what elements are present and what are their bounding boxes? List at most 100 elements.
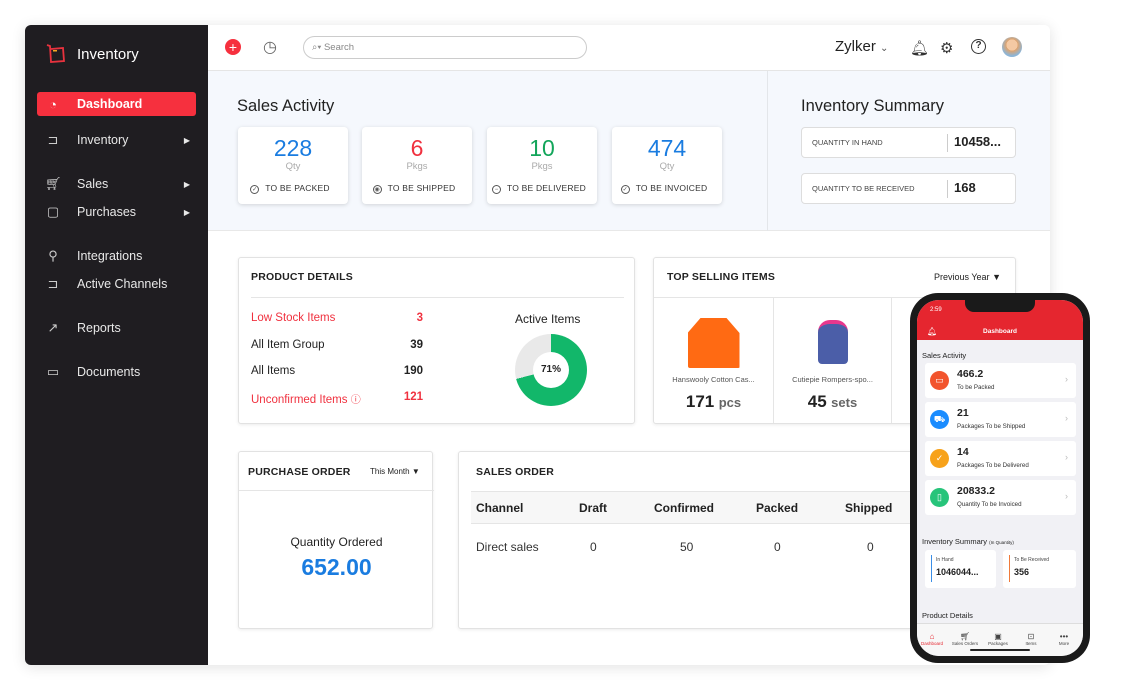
caret-down-icon: ▼ (992, 272, 1001, 282)
tab-icon: ▣ (994, 632, 1002, 641)
label: All Items (251, 365, 296, 377)
sidebar-item-dashboard[interactable]: ◔ Dashboard (37, 92, 196, 116)
mobile-tab-packages[interactable]: ▣ Packages (983, 632, 1013, 646)
mobile-activity-card[interactable]: ✓ 14 Packages To be Delivered › (925, 441, 1076, 476)
sales-activity-card[interactable]: 474 Qty ✓ TO BE INVOICED (612, 127, 722, 204)
panel-title: TOP SELLING ITEMS (667, 271, 776, 283)
help-icon[interactable]: ? (971, 39, 986, 54)
table-row[interactable]: Direct sales 0 50 0 0 (459, 540, 929, 560)
nav-label: Integrations (77, 249, 143, 263)
mobile-activity-card[interactable]: ▯ 20833.2 Quantity To be Invoiced › (925, 480, 1076, 515)
divider (767, 71, 768, 231)
tab-icon: ⊡ (1027, 632, 1035, 641)
status-time: 2:59 (930, 307, 942, 313)
notch (965, 300, 1035, 312)
sidebar-item-integrations[interactable]: ⚲ Integrations (37, 244, 196, 268)
app-window: Inventory ◔ Dashboard ⊐ Inventory ▶ 🛒︎ Sales… (25, 25, 1050, 665)
app-logo: Inventory (45, 43, 139, 65)
top-item-card[interactable]: Cutiepie Rompers-spo... 45 sets (774, 298, 892, 423)
sales-activity-card[interactable]: 6 Pkgs ◉ TO BE SHIPPED (362, 127, 472, 204)
product-image (817, 320, 848, 364)
column-header[interactable]: Draft (579, 501, 607, 515)
column-header[interactable]: Confirmed (654, 501, 714, 515)
active-items-label: Active Items (515, 312, 581, 326)
top-item-card[interactable]: Hanswooly Cotton Cas... 171 pcs (654, 298, 774, 423)
avatar[interactable] (1002, 37, 1022, 57)
period-dropdown[interactable]: Previous Year ▼ (934, 272, 1001, 282)
table-cell: 50 (680, 540, 694, 554)
all-items-row[interactable]: All Items 190 (251, 365, 423, 377)
ship-icon: ◉ (372, 185, 382, 194)
mobile-activity-card[interactable]: ▭ 466.2 To be Packed › (925, 363, 1076, 398)
search-input[interactable]: ⌕▾ Search (303, 36, 587, 59)
box-icon: ▭ (930, 371, 949, 390)
label: To Be Received (1014, 557, 1050, 563)
item-qty: 171 (685, 392, 715, 411)
mobile-section-title: Inventory Summary (In Quantity) (922, 537, 1014, 546)
value: 190 (403, 365, 423, 377)
to-receive-card[interactable]: To Be Received 356 (1003, 550, 1076, 588)
shopping-bag-icon: ▢ (46, 204, 60, 219)
sidebar-item-inventory[interactable]: ⊐ Inventory ▶ (37, 128, 196, 152)
mobile-screen: 2:59 🔔︎ Dashboard Sales Activity Invento… (917, 300, 1083, 656)
value: 356 (1014, 567, 1030, 577)
nav-label: Active Channels (77, 277, 168, 291)
inventory-summary-title: Inventory Summary (801, 97, 945, 115)
panel-title: SALES ORDER (476, 466, 555, 478)
top-header: + ◷ ⌕▾ Search Zylker ⌄ 🔔︎ ⚙ ? (208, 25, 1050, 71)
column-header[interactable]: Channel (476, 501, 523, 515)
sidebar-item-documents[interactable]: ▭ Documents (37, 360, 196, 384)
mobile-tab-items[interactable]: ⊡ Items (1016, 632, 1046, 646)
item-name: Hanswooly Cotton Cas... (672, 375, 755, 384)
quantity-to-be-received[interactable]: QUANTITY TO BE RECEIVED 168 (801, 173, 1016, 204)
mobile-tab-dashboard[interactable]: ⌂ Dashboard (917, 632, 947, 646)
org-switcher[interactable]: Zylker ⌄ (835, 38, 888, 55)
home-indicator (970, 649, 1030, 651)
mobile-activity-card[interactable]: ⛟ 21 Packages To be Shipped › (925, 402, 1076, 437)
caret-down-icon: ▼ (411, 467, 420, 476)
tab-label: Packages (988, 641, 1008, 646)
card-label: To be Packed (957, 384, 995, 391)
divider (251, 297, 624, 298)
card-value: 14 (957, 446, 969, 458)
sales-activity-card[interactable]: 228 Qty ✓ TO BE PACKED (238, 127, 348, 204)
value: 121 (403, 391, 423, 403)
nav-label: Purchases (77, 205, 137, 219)
in-hand-card[interactable]: In Hand 1046044... (925, 550, 996, 588)
period-dropdown[interactable]: This Month ▼ (370, 467, 420, 476)
mobile-tab-sales-orders[interactable]: 🛒︎ Sales Orders (950, 632, 980, 646)
accent-bar (931, 555, 932, 582)
sidebar-item-sales[interactable]: 🛒︎ Sales ▶ (37, 172, 196, 196)
sidebar-item-reports[interactable]: ↗ Reports (37, 316, 196, 340)
low-stock-row[interactable]: Low Stock Items 3 (251, 312, 423, 324)
column-header[interactable]: Shipped (845, 501, 892, 515)
history-icon[interactable]: ◷ (263, 37, 277, 57)
mobile-tab-more[interactable]: ••• More (1049, 632, 1079, 646)
bell-icon[interactable]: 🔔︎ (910, 39, 929, 57)
unconfirmed-row[interactable]: Unconfirmed Items ⓘ 121 (251, 391, 423, 406)
gear-icon[interactable]: ⚙ (940, 39, 953, 57)
chart-line-icon: ↗ (47, 320, 59, 335)
mobile-title: Dashboard (983, 328, 1017, 335)
column-header[interactable]: Packed (756, 501, 798, 515)
item-group-row[interactable]: All Item Group 39 (251, 339, 423, 351)
caret-right-icon: ▶ (183, 135, 190, 145)
sidebar-item-active-channels[interactable]: ⊐ Active Channels (37, 272, 196, 296)
truck-icon: ⛟ (930, 410, 949, 429)
quick-create-button[interactable]: + (225, 39, 241, 55)
sales-activity-card[interactable]: 10 Pkgs − TO BE DELIVERED (487, 127, 597, 204)
folder-icon: ▭ (46, 364, 60, 379)
tab-label: More (1058, 641, 1070, 646)
quantity-in-hand[interactable]: QUANTITY IN HAND 10458... (801, 127, 1016, 158)
donut-label: 71% (533, 352, 569, 388)
card-label: ✓ TO BE INVOICED (612, 183, 722, 194)
search-icon: ⌕▾ (312, 42, 322, 53)
period-value: Previous Year (934, 272, 990, 282)
item-unit: sets (831, 395, 858, 410)
sidebar-item-purchases[interactable]: ▢ Purchases ▶ (37, 200, 196, 224)
table-cell: 0 (590, 540, 597, 554)
note: (In Quantity) (989, 540, 1014, 545)
card-label: ◉ TO BE SHIPPED (362, 183, 472, 194)
quantity-ordered-value: 652.00 (301, 554, 372, 580)
check-circle-icon: ✓ (620, 185, 630, 194)
